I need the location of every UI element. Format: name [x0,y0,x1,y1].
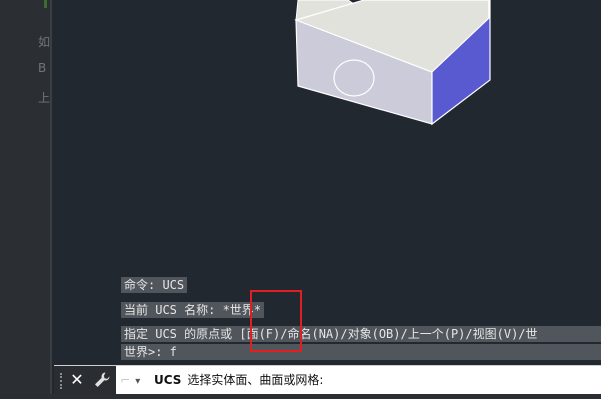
highlight-box [250,290,302,352]
history-line: 当前 UCS 名称: *世界* [121,302,265,318]
command-input[interactable]: ⌐ ▾ UCS 选择实体面、曲面或网格: [116,366,601,395]
left-palette-panel: 如 B 上 [0,0,52,399]
panel-accent-mark [44,0,47,8]
command-prompt: UCS 选择实体面、曲面或网格: [154,371,323,390]
panel-text-fragment: 上 [38,91,51,105]
close-icon[interactable]: ✕ [68,370,86,390]
recent-commands-button[interactable]: ⌐ ▾ [120,371,146,390]
status-strip [0,394,601,399]
history-line: 命令: UCS [121,277,188,293]
command-line-bar: ✕ ⌐ ▾ UCS 选择实体面、曲面或网格: [54,365,601,395]
command-line-controls: ✕ [54,366,116,395]
history-line: 世界>: f [121,344,601,360]
command-prompt-text: 选择实体面、曲面或网格: [187,373,324,387]
panel-text-fragment: B [38,61,47,75]
wrench-icon[interactable] [92,370,112,390]
chevron-down-icon: ▾ [135,376,141,387]
drag-grip-icon[interactable] [60,373,65,389]
active-command-name: UCS [154,373,182,387]
history-line: 指定 UCS 的原点或 [面(F)/命名(NA)/对象(OB)/上一个(P)/视… [121,326,601,342]
panel-text-fragment: 如 [38,35,51,49]
prompt-hook-icon: ⌐ [120,373,131,387]
